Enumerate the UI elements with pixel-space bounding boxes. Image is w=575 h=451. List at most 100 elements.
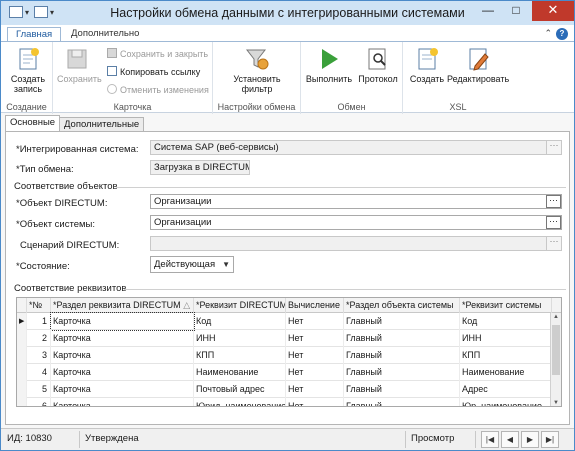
group-create: Создать запись Создание <box>1 42 53 114</box>
minimize-button[interactable]: — <box>476 1 500 21</box>
row-indicator[interactable] <box>17 398 27 406</box>
table-cell[interactable]: Юрид. наименование <box>194 398 286 406</box>
table-cell[interactable]: Главный <box>344 381 460 398</box>
copy-link-button[interactable]: Копировать ссылку <box>107 66 200 79</box>
table-cell[interactable]: Карточка <box>50 312 195 331</box>
group-exchange: Выполнить Протокол Обмен <box>301 42 403 114</box>
table-cell[interactable]: Главный <box>344 347 460 364</box>
prev-record-button[interactable]: ◀ <box>501 431 519 448</box>
directum-object-field[interactable]: Организации ··· <box>150 194 562 209</box>
log-button[interactable]: Протокол <box>355 46 401 84</box>
table-cell[interactable]: Нет <box>286 313 344 330</box>
system-object-field[interactable]: Организации ··· <box>150 215 562 230</box>
table-row[interactable]: 2 Карточка ИНН Нет Главный ИНН <box>17 330 552 347</box>
table-cell[interactable]: Главный <box>344 364 460 381</box>
table-cell[interactable]: Нет <box>286 347 344 364</box>
scroll-thumb[interactable] <box>552 325 560 375</box>
table-cell[interactable]: Наименование <box>460 364 552 381</box>
table-cell[interactable]: 6 <box>27 398 51 406</box>
table-cell[interactable]: Наименование <box>194 364 286 381</box>
system-object-ellipsis-button[interactable]: ··· <box>546 216 561 229</box>
close-button[interactable]: ✕ <box>532 1 574 21</box>
table-cell[interactable]: Главный <box>344 398 460 406</box>
attributes-grid[interactable]: *№ *Раздел реквизита DIRECTUM △ *Реквизи… <box>16 297 562 407</box>
row-indicator[interactable] <box>17 381 27 398</box>
objects-section-divider <box>116 187 566 188</box>
last-record-icon: ▶| <box>545 435 555 444</box>
table-cell[interactable]: Нет <box>286 364 344 381</box>
create-record-label: Создать запись <box>10 74 46 94</box>
system-field[interactable]: Система SAP (веб-сервисы) ··· <box>150 140 562 155</box>
table-cell[interactable]: Карточка <box>51 330 194 347</box>
tab-main[interactable]: Главная <box>7 27 62 42</box>
grid-vertical-scrollbar[interactable]: ▲ ▼ <box>550 313 561 406</box>
run-button[interactable]: Выполнить <box>305 46 353 84</box>
help-icon[interactable]: ? <box>556 28 568 40</box>
table-cell[interactable]: 2 <box>27 330 51 347</box>
table-row[interactable]: ▶ 1 Карточка Код Нет Главный Код <box>17 312 552 331</box>
save-close-button[interactable]: Сохранить и закрыть <box>107 48 208 61</box>
col-header-directum-attribute[interactable]: *Реквизит DIRECTUM <box>194 298 286 313</box>
col-header-directum-section[interactable]: *Раздел реквизита DIRECTUM △ <box>51 298 194 313</box>
last-record-button[interactable]: ▶| <box>541 431 559 448</box>
scroll-down-icon[interactable]: ▼ <box>551 400 561 406</box>
xsl-create-button[interactable]: Создать <box>407 46 447 84</box>
table-cell[interactable]: Юр. наименование <box>460 398 552 406</box>
table-cell[interactable]: ИНН <box>460 330 552 347</box>
tab-basic[interactable]: Основные <box>5 115 61 132</box>
table-cell[interactable]: 1 <box>27 313 51 330</box>
col-header-system-section[interactable]: *Раздел объекта системы <box>344 298 460 313</box>
table-cell[interactable]: Карточка <box>51 381 194 398</box>
row-indicator[interactable] <box>17 347 27 364</box>
chevron-down-icon: ▼ <box>222 260 230 269</box>
tab-additional-page[interactable]: Дополнительные <box>59 117 145 132</box>
table-row[interactable]: 5 Карточка Почтовый адрес Нет Главный Адрес <box>17 381 552 398</box>
table-cell[interactable]: КПП <box>194 347 286 364</box>
system-ellipsis-button[interactable]: ··· <box>546 141 561 154</box>
row-indicator[interactable] <box>17 364 27 381</box>
table-cell[interactable]: Код <box>194 313 286 330</box>
table-cell[interactable]: ИНН <box>194 330 286 347</box>
scroll-up-icon[interactable]: ▲ <box>551 314 561 320</box>
tab-additional[interactable]: Дополнительно <box>63 27 147 42</box>
table-cell[interactable]: 3 <box>27 347 51 364</box>
table-cell[interactable]: Карточка <box>51 347 194 364</box>
table-row[interactable]: 6 Карточка Юрид. наименование Нет Главный Юр.… <box>17 398 552 406</box>
table-cell[interactable]: Почтовый адрес <box>194 381 286 398</box>
system-label: *Интегрированная система: <box>16 144 139 155</box>
table-cell[interactable]: Карточка <box>51 398 194 406</box>
table-cell[interactable]: КПП <box>460 347 552 364</box>
xsl-edit-button[interactable]: Редактировать <box>447 46 509 84</box>
create-record-button[interactable]: Создать запись <box>7 46 49 94</box>
col-header-system-attribute[interactable]: *Реквизит системы <box>460 298 552 313</box>
group-exchange-settings-label: Настройки обмена <box>217 102 296 112</box>
save-button[interactable]: Сохранить <box>57 46 102 84</box>
table-cell[interactable]: 4 <box>27 364 51 381</box>
table-cell[interactable]: 5 <box>27 381 51 398</box>
scenario-ellipsis-button[interactable]: ··· <box>546 237 561 250</box>
current-row-icon[interactable]: ▶ <box>17 313 27 330</box>
table-row[interactable]: 4 Карточка Наименование Нет Главный Наименова… <box>17 364 552 381</box>
table-cell[interactable]: Нет <box>286 381 344 398</box>
maximize-button[interactable]: □ <box>504 1 528 21</box>
table-cell[interactable]: Карточка <box>51 364 194 381</box>
next-record-button[interactable]: ▶ <box>521 431 539 448</box>
directum-object-ellipsis-button[interactable]: ··· <box>546 195 561 208</box>
cancel-changes-button[interactable]: Отменить изменения <box>107 84 209 97</box>
scenario-field[interactable]: ··· <box>150 236 562 251</box>
ribbon-collapse-icon[interactable]: ⌃ <box>544 28 552 39</box>
table-cell[interactable]: Главный <box>344 313 460 330</box>
table-cell[interactable]: Код <box>460 313 552 330</box>
col-header-number[interactable]: *№ <box>27 298 51 313</box>
table-cell[interactable]: Нет <box>286 330 344 347</box>
table-cell[interactable]: Главный <box>344 330 460 347</box>
row-indicator[interactable] <box>17 330 27 347</box>
table-cell[interactable]: Нет <box>286 398 344 406</box>
state-select[interactable]: Действующая ▼ <box>150 256 234 273</box>
table-row[interactable]: 3 Карточка КПП Нет Главный КПП <box>17 347 552 364</box>
col-header-calculation[interactable]: Вычисление <box>286 298 344 313</box>
set-filter-button[interactable]: Установить фильтр <box>227 46 287 94</box>
group-xsl-label: XSL <box>449 102 467 112</box>
first-record-button[interactable]: |◀ <box>481 431 499 448</box>
table-cell[interactable]: Адрес <box>460 381 552 398</box>
